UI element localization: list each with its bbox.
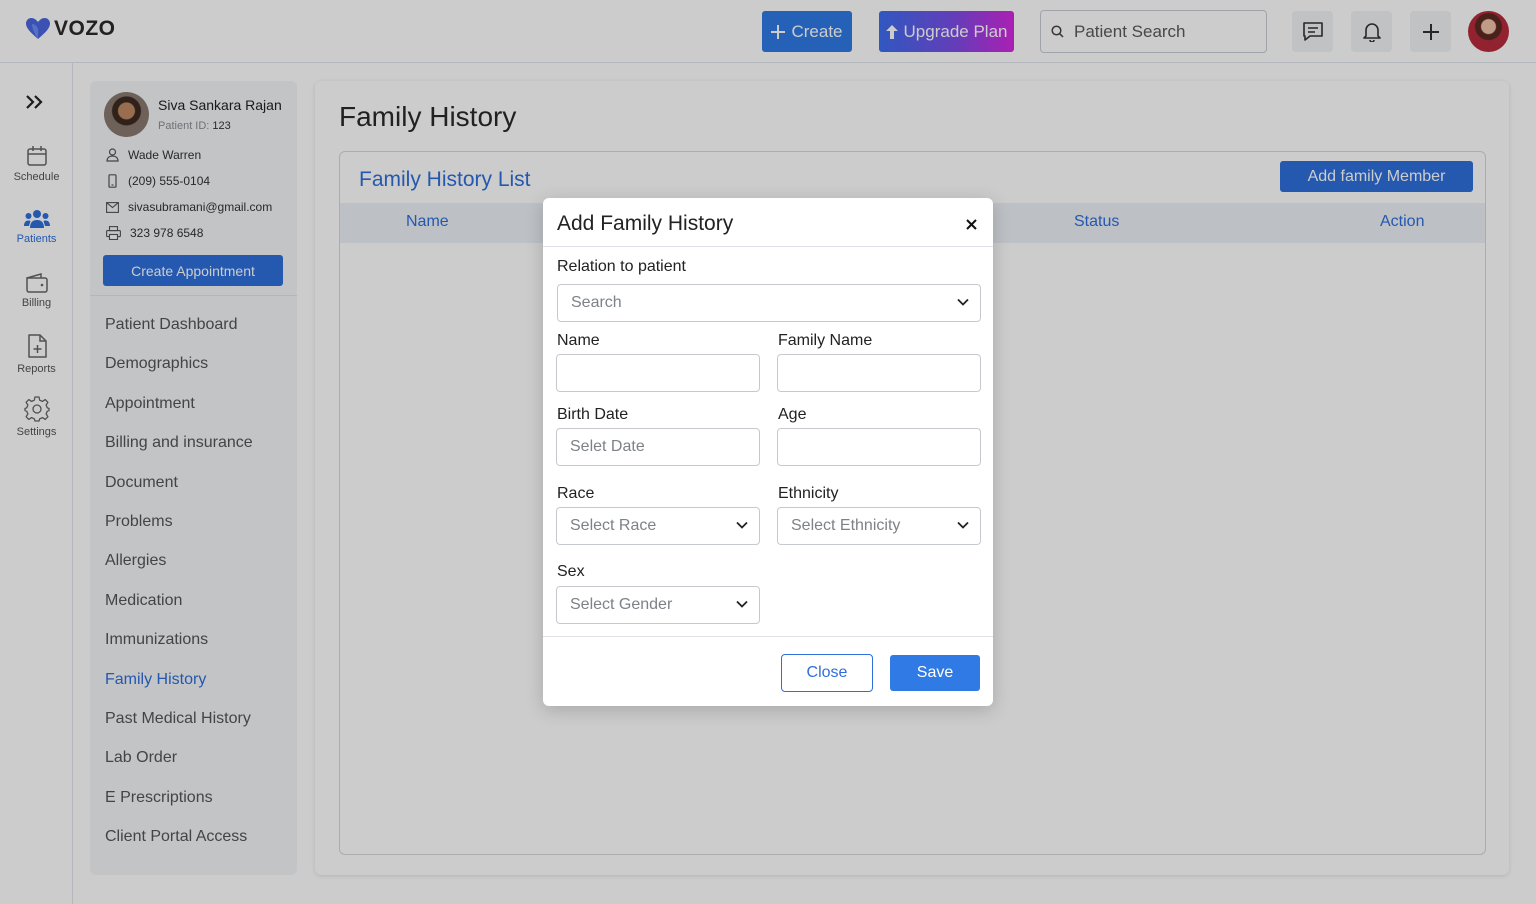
chevron-down-icon bbox=[736, 521, 748, 529]
modal-footer-divider bbox=[543, 636, 993, 637]
birth-date-input[interactable] bbox=[570, 429, 759, 465]
ethnicity-input[interactable] bbox=[791, 508, 980, 544]
sex-select[interactable] bbox=[556, 586, 760, 624]
relation-label: Relation to patient bbox=[557, 258, 686, 275]
name-field[interactable] bbox=[556, 354, 760, 392]
race-label: Race bbox=[557, 485, 595, 502]
name-input[interactable] bbox=[570, 355, 759, 391]
save-button[interactable]: Save bbox=[890, 655, 980, 691]
modal-header-divider bbox=[543, 246, 993, 247]
age-input[interactable] bbox=[791, 429, 980, 465]
modal-close-button[interactable] bbox=[962, 215, 980, 233]
name-label: Name bbox=[557, 332, 600, 349]
add-family-history-modal: Add Family History Relation to patient N… bbox=[543, 198, 993, 706]
close-button[interactable]: Close bbox=[781, 654, 873, 692]
ethnicity-label: Ethnicity bbox=[778, 485, 839, 502]
relation-search-input[interactable] bbox=[571, 285, 980, 321]
ethnicity-select[interactable] bbox=[777, 507, 981, 545]
family-name-label: Family Name bbox=[778, 332, 873, 349]
family-name-input[interactable] bbox=[791, 355, 980, 391]
race-select[interactable] bbox=[556, 507, 760, 545]
close-icon bbox=[965, 218, 977, 230]
age-label: Age bbox=[778, 406, 807, 423]
age-field[interactable] bbox=[777, 428, 981, 466]
chevron-down-icon bbox=[957, 521, 969, 529]
birth-date-field[interactable] bbox=[556, 428, 760, 466]
relation-select[interactable] bbox=[557, 284, 981, 322]
modal-title: Add Family History bbox=[557, 212, 734, 235]
sex-input[interactable] bbox=[570, 587, 759, 623]
chevron-down-icon bbox=[957, 298, 969, 306]
race-input[interactable] bbox=[570, 508, 759, 544]
sex-label: Sex bbox=[557, 563, 585, 580]
family-name-field[interactable] bbox=[777, 354, 981, 392]
birth-date-label: Birth Date bbox=[557, 406, 629, 423]
chevron-down-icon bbox=[736, 600, 748, 608]
